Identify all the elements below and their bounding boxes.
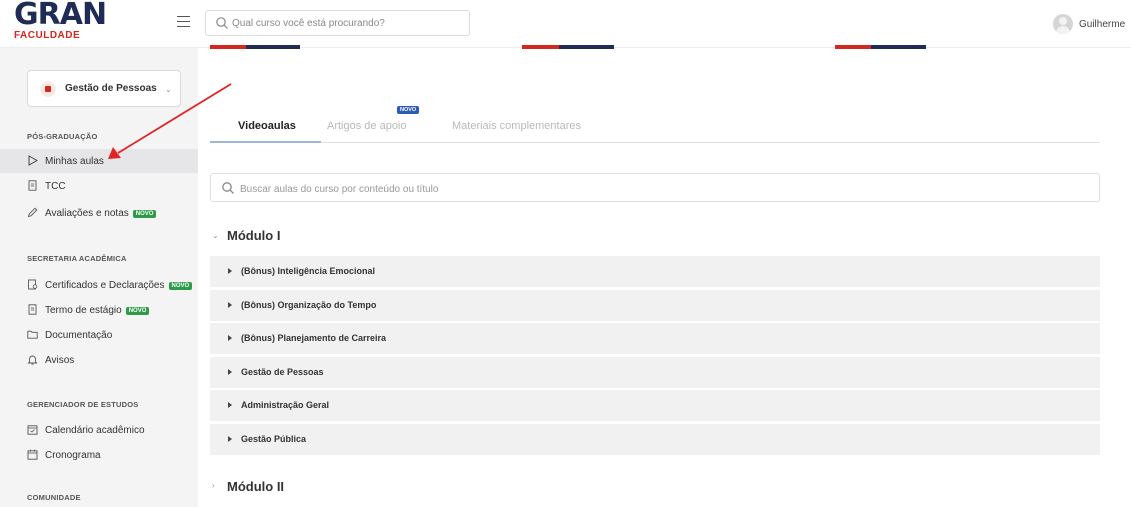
lesson-title: (Bônus) Inteligência Emocional [241,266,376,276]
sidebar-item-calendario-academico[interactable]: Calendário acadêmico [0,418,198,442]
sidebar-item-minhas-aulas[interactable]: Minhas aulas [0,149,198,173]
lesson-search-box[interactable] [210,173,1100,202]
sidebar-item-label: Cronograma [45,450,101,461]
sidebar-item-tcc[interactable]: TCC [0,174,198,198]
sidebar-item-label: Documentação [45,330,113,341]
sidebar-item-label: Calendário acadêmico [45,425,145,436]
top-header: GRAN FACULDADE Guilherme [0,0,1131,48]
search-icon [216,17,228,29]
lesson-row[interactable]: (Bônus) Organização do Tempo [210,290,1100,321]
sidebar-item-termo-de-estagio[interactable]: Termo de estágio NOVO [0,298,198,322]
chevron-down-icon: ⌄ [165,85,172,94]
chevron-down-icon: ⌄ [212,231,219,240]
sidebar-item-avisos[interactable]: Avisos [0,348,198,372]
module-title: Módulo I [227,228,281,243]
caret-right-icon [228,369,232,375]
play-outline-icon [28,155,38,166]
sidebar-item-label: TCC [45,181,66,192]
lesson-row[interactable]: (Bônus) Planejamento de Carreira [210,323,1100,354]
search-icon [222,182,234,194]
caret-right-icon [228,302,232,308]
course-icon [40,81,56,97]
section-title-secretaria-academica: SECRETARIA ACADÊMICA [27,254,127,263]
chevron-right-icon: › [212,481,215,490]
caret-right-icon [228,402,232,408]
gran-faculdade-logo[interactable]: GRAN FACULDADE [14,0,124,44]
section-title-gerenciador-de-estudos: GERENCIADOR DE ESTUDOS [27,400,139,409]
sidebar-item-label: Certificados e Declarações NOVO [45,280,193,291]
lesson-row[interactable]: (Bônus) Inteligência Emocional [210,256,1100,287]
logo-wordmark: GRAN [14,0,107,32]
bell-icon [27,355,38,365]
document-icon [28,304,37,315]
sidebar-item-cronograma[interactable]: Cronograma [0,443,198,467]
lesson-search-input[interactable] [240,180,1080,198]
hamburger-menu-icon[interactable] [176,14,194,30]
caret-right-icon [228,335,232,341]
folder-icon [27,330,38,339]
user-name: Guilherme [1079,19,1126,30]
caret-right-icon [228,268,232,274]
caret-right-icon [228,436,232,442]
pencil-icon [27,207,38,218]
section-title-comunidade: COMUNIDADE [27,493,81,502]
content-tabs: Videoaulas Artigos de apoio Materiais co… [210,110,1100,143]
sidebar-item-documentacao[interactable]: Documentação [0,323,198,347]
lesson-row[interactable]: Gestão de Pessoas [210,357,1100,388]
calendar-check-icon [27,425,38,435]
lesson-title: Gestão de Pessoas [241,367,324,377]
course-search-input[interactable] [232,14,464,32]
lesson-title: Administração Geral [241,400,330,410]
tab-materiais-complementares[interactable]: Materiais complementares [452,120,581,132]
new-badge: NOVO [132,210,157,218]
sidebar: Gestão de Pessoas ⌄ PÓS-GRADUAÇÃO Minhas… [0,48,198,507]
lesson-title: Gestão Pública [241,434,307,444]
active-tab-indicator [210,141,321,143]
sidebar-item-label: Avaliações e notas NOVO [45,208,157,219]
sidebar-item-label: Minhas aulas [45,156,104,167]
module-title: Módulo II [227,479,285,494]
lesson-title: (Bônus) Planejamento de Carreira [241,333,387,343]
sidebar-item-label: Termo de estágio NOVO [45,305,150,316]
sidebar-item-certificados-e-declaracoes[interactable]: Certificados e Declarações NOVO [0,273,198,297]
calendar-icon [27,449,38,460]
lesson-title: (Bônus) Organização do Tempo [241,300,377,310]
tab-videoaulas[interactable]: Videoaulas [238,120,296,132]
lesson-row[interactable]: Gestão Pública [210,424,1100,455]
document-icon [28,180,37,191]
course-thumbnail[interactable] [210,45,300,49]
course-selector-label: Gestão de Pessoas [65,83,157,94]
course-search-box[interactable] [205,10,470,36]
sidebar-item-avaliacoes-e-notas[interactable]: Avaliações e notas NOVO [0,201,198,225]
new-badge: NOVO [125,307,150,315]
course-thumbnail[interactable] [522,45,614,49]
course-selector[interactable]: Gestão de Pessoas ⌄ [27,70,181,107]
user-avatar-icon [1053,14,1073,34]
course-thumbnail[interactable] [835,45,926,49]
certificate-icon [28,279,38,290]
lesson-row[interactable]: Administração Geral [210,390,1100,421]
logo-subtitle: FACULDADE [14,30,81,41]
new-badge: NOVO [168,282,193,290]
tab-artigos-de-apoio[interactable]: Artigos de apoio [327,120,407,132]
sidebar-item-label: Avisos [45,355,75,366]
section-title-pos-graduacao: PÓS-GRADUAÇÃO [27,132,98,141]
